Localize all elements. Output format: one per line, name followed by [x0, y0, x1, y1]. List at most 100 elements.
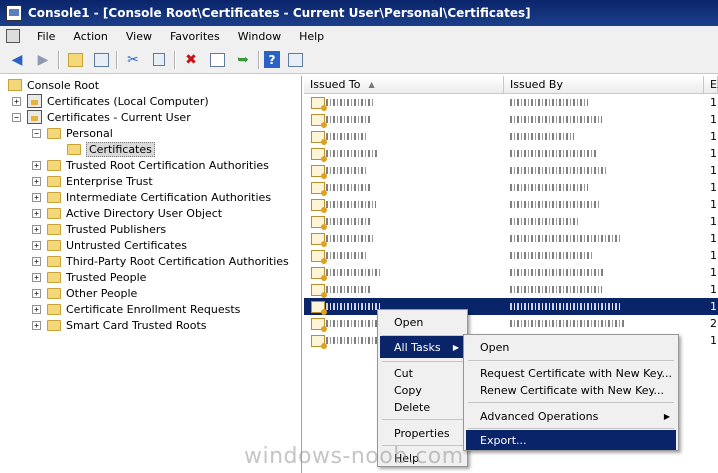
certificate-row[interactable]: 1!: [304, 196, 718, 213]
up-level-icon[interactable]: [64, 50, 86, 70]
expand-icon[interactable]: +: [32, 304, 41, 314]
help-icon[interactable]: ?: [264, 51, 280, 68]
tree-item-folder[interactable]: + Trusted Publishers: [32, 221, 166, 237]
certificate-row[interactable]: 1!: [304, 213, 718, 230]
issued-by-redacted: [510, 201, 600, 208]
tree-item-folder[interactable]: + Third-Party Root Certification Authori…: [32, 253, 289, 269]
certificate-row[interactable]: 1!: [304, 247, 718, 264]
column-header-expiration[interactable]: Ex: [704, 76, 718, 94]
export-list-icon[interactable]: ➥: [232, 50, 254, 70]
delete-icon[interactable]: ✖: [180, 50, 202, 70]
menu-help[interactable]: Help: [290, 30, 333, 43]
expand-icon[interactable]: +: [32, 288, 41, 298]
expand-icon[interactable]: +: [32, 320, 41, 330]
issued-to-redacted: [326, 235, 374, 242]
menu-item-properties[interactable]: Properties: [380, 422, 465, 444]
console-tree: Console Root + Certificates (Local Compu…: [0, 76, 302, 473]
tree-item-folder[interactable]: + Trusted People: [32, 269, 146, 285]
expand-icon[interactable]: +: [32, 160, 41, 170]
menu-file[interactable]: File: [28, 30, 64, 43]
tree-item-console-root[interactable]: Console Root: [8, 77, 99, 93]
show-hide-tree-icon[interactable]: [90, 50, 112, 70]
submenu-item-renew-new-key[interactable]: Renew Certificate with New Key...: [466, 379, 676, 401]
submenu-item-export[interactable]: Export...: [466, 430, 676, 450]
expiration-cell: 1!: [710, 164, 718, 177]
tree-item-folder[interactable]: + Intermediate Certification Authorities: [32, 189, 271, 205]
cut-icon[interactable]: ✂: [122, 50, 144, 70]
column-header-issued-to[interactable]: Issued To ▲: [304, 76, 504, 94]
certificate-row[interactable]: 1!: [304, 264, 718, 281]
menu-action[interactable]: Action: [64, 30, 116, 43]
folder-icon: [47, 255, 61, 267]
expiration-cell: 1!: [710, 300, 718, 313]
issued-by-redacted: [510, 99, 588, 106]
tree-item-folder[interactable]: + Enterprise Trust: [32, 173, 153, 189]
tree-item-folder[interactable]: + Certificate Enrollment Requests: [32, 301, 240, 317]
issued-to-redacted: [326, 99, 374, 106]
collapse-icon[interactable]: −: [12, 112, 21, 122]
expand-icon[interactable]: +: [32, 208, 41, 218]
menu-item-open[interactable]: Open: [380, 311, 465, 333]
expiration-cell: 1!: [710, 147, 718, 160]
certificate-row[interactable]: 1!: [304, 94, 718, 111]
tree-item-personal[interactable]: − Personal: [32, 125, 113, 141]
issued-by-redacted: [510, 269, 604, 276]
expand-icon[interactable]: +: [32, 256, 41, 266]
certificate-row[interactable]: 1!: [304, 298, 718, 315]
menu-item-all-tasks[interactable]: All Tasks ▶: [380, 336, 465, 358]
menu-bar: File Action View Favorites Window Help: [0, 26, 718, 46]
expiration-cell: 1!: [710, 215, 718, 228]
tree-item-local-computer[interactable]: + Certificates (Local Computer): [12, 93, 209, 109]
expand-icon[interactable]: +: [12, 96, 21, 106]
tree-item-folder[interactable]: + Other People: [32, 285, 137, 301]
issued-by-redacted: [510, 286, 602, 293]
certificate-row[interactable]: 1!: [304, 179, 718, 196]
tree-item-certificates[interactable]: Certificates: [67, 141, 155, 157]
expand-icon[interactable]: +: [32, 240, 41, 250]
tree-item-folder[interactable]: + Untrusted Certificates: [32, 237, 187, 253]
certificate-icon: [311, 113, 327, 128]
certificate-row[interactable]: 1!: [304, 111, 718, 128]
submenu-item-open[interactable]: Open: [466, 336, 676, 358]
expand-icon[interactable]: +: [32, 272, 41, 282]
issued-by-redacted: [510, 235, 620, 242]
expiration-cell: 2:: [710, 317, 718, 330]
certificate-icon: [311, 164, 327, 179]
copy-icon[interactable]: [148, 50, 170, 70]
certificate-row[interactable]: 1!: [304, 162, 718, 179]
expand-icon[interactable]: +: [32, 176, 41, 186]
action-pane-icon[interactable]: [284, 50, 306, 70]
certificate-row[interactable]: 2:: [304, 315, 718, 332]
forward-arrow-icon[interactable]: ▶: [32, 50, 54, 70]
menu-item-delete[interactable]: Delete: [380, 396, 465, 418]
tree-item-folder[interactable]: + Active Directory User Object: [32, 205, 222, 221]
issued-by-redacted: [510, 133, 574, 140]
open-folder-icon: [67, 143, 81, 155]
mmc-system-menu-icon[interactable]: [6, 29, 20, 43]
expand-icon[interactable]: +: [32, 192, 41, 202]
certificate-row[interactable]: 1!: [304, 145, 718, 162]
certificate-row[interactable]: 1!: [304, 128, 718, 145]
all-tasks-submenu: Open Request Certificate with New Key...…: [463, 334, 679, 451]
submenu-item-advanced-operations[interactable]: Advanced Operations ▶: [466, 405, 676, 427]
expand-icon[interactable]: +: [32, 224, 41, 234]
tree-item-folder[interactable]: + Smart Card Trusted Roots: [32, 317, 207, 333]
expiration-cell: 1!: [710, 266, 718, 279]
properties-icon[interactable]: [206, 50, 228, 70]
collapse-icon[interactable]: −: [32, 128, 41, 138]
certificate-row[interactable]: 1!: [304, 281, 718, 298]
menu-window[interactable]: Window: [229, 30, 290, 43]
tree-item-current-user[interactable]: − Certificates - Current User: [12, 109, 191, 125]
title-bar: Console1 - [Console Root\Certificates - …: [0, 0, 718, 26]
menu-favorites[interactable]: Favorites: [161, 30, 229, 43]
menu-view[interactable]: View: [117, 30, 161, 43]
toolbar-separator: [58, 50, 60, 69]
certificate-row[interactable]: 1!: [304, 230, 718, 247]
issued-by-redacted: [510, 167, 606, 174]
folder-icon: [47, 175, 61, 187]
certificate-icon: [311, 130, 327, 145]
column-header-issued-by[interactable]: Issued By: [504, 76, 704, 94]
back-arrow-icon[interactable]: ◀: [6, 50, 28, 70]
folder-icon: [47, 239, 61, 251]
tree-item-folder[interactable]: + Trusted Root Certification Authorities: [32, 157, 269, 173]
